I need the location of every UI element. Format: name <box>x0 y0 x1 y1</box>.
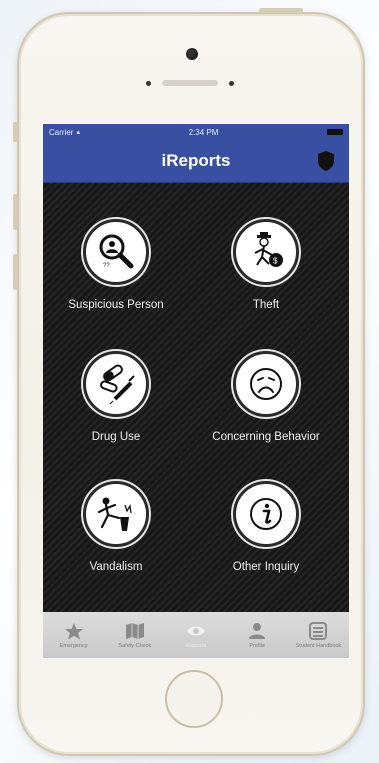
theft-tile[interactable]: $ Theft <box>196 219 336 311</box>
info-icon <box>233 481 299 547</box>
tab-label: Student Handbook <box>295 642 342 649</box>
book-icon <box>309 621 328 640</box>
status-bar: Carrier ▴ 2:34 PM <box>43 124 349 140</box>
star-icon <box>64 622 83 639</box>
volume-down-button <box>13 254 18 290</box>
volume-up-button <box>13 194 18 230</box>
person-icon <box>249 622 266 639</box>
tile-label: Concerning Behavior <box>212 431 320 443</box>
thief-money-bag-icon: $ <box>233 219 299 285</box>
tile-label: Theft <box>252 299 280 311</box>
tab-label: Safety Check <box>118 642 152 649</box>
battery-icon <box>326 129 343 135</box>
report-grid: ?? Suspicious Person $ Theft Drug Use Co… <box>43 183 349 613</box>
svg-text:$: $ <box>273 257 278 266</box>
nav-bar: iReports <box>43 140 349 183</box>
home-button[interactable] <box>165 670 223 728</box>
other-inquiry-tile[interactable]: Other Inquiry <box>196 481 336 573</box>
map-icon <box>125 622 144 639</box>
tab-safety-check[interactable]: Safety Check <box>104 612 165 658</box>
tab-bar: Emergency Safety Check iReports Profile <box>43 612 349 658</box>
svg-text:??: ?? <box>103 263 110 269</box>
pills-syringe-icon <box>83 351 149 417</box>
power-button <box>259 8 303 13</box>
tab-label: Profile <box>249 642 265 649</box>
tile-label: Vandalism <box>89 561 143 573</box>
tab-emergency[interactable]: Emergency <box>43 612 104 658</box>
tile-label: Other Inquiry <box>232 561 300 573</box>
wifi-icon: ▴ <box>76 129 80 136</box>
person-kicking-bin-icon <box>83 481 149 547</box>
tile-label: Suspicious Person <box>68 299 164 311</box>
vandalism-tile[interactable]: Vandalism <box>46 481 186 573</box>
tile-label: Drug Use <box>91 431 141 443</box>
tab-ireports[interactable]: iReports <box>165 612 226 658</box>
tab-profile[interactable]: Profile <box>227 612 288 658</box>
eye-icon <box>187 626 205 635</box>
page-title: iReports <box>161 151 231 170</box>
status-time: 2:34 PM <box>188 127 219 137</box>
drug-use-tile[interactable]: Drug Use <box>46 351 186 443</box>
magnifier-person-icon: ?? <box>83 219 149 285</box>
front-camera <box>186 48 198 60</box>
app-screen: Carrier ▴ 2:34 PM iReports ?? Suspicious… <box>43 124 349 658</box>
suspicious-person-tile[interactable]: ?? Suspicious Person <box>46 219 186 311</box>
mute-switch <box>13 122 18 142</box>
shield-icon[interactable] <box>317 150 335 172</box>
worried-face-icon <box>233 351 299 417</box>
tab-student-handbook[interactable]: Student Handbook <box>288 612 349 658</box>
earpiece-speaker <box>146 80 234 86</box>
tab-label: Emergency <box>59 642 88 649</box>
carrier-label: Carrier <box>49 127 74 137</box>
concerning-behavior-tile[interactable]: Concerning Behavior <box>196 351 336 443</box>
tab-label: iReports <box>185 642 207 649</box>
